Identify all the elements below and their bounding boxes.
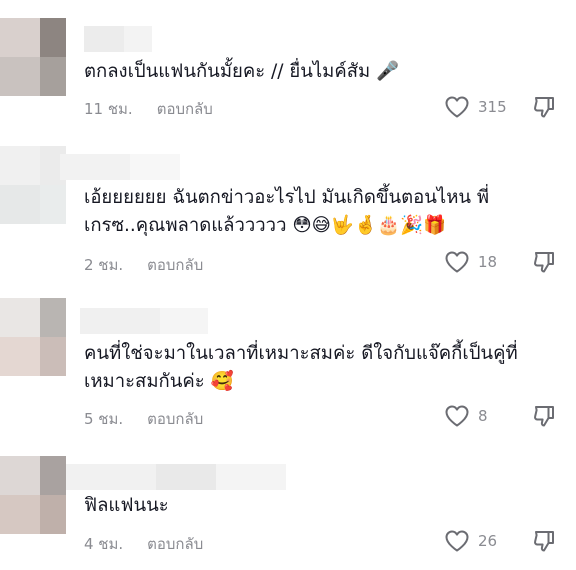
comment-text: คนที่ใช่จะมาในเวลาที่เหมาะสมค่ะ ดีใจกับแ… [84, 343, 518, 392]
comment-time: 11 ชม. [84, 100, 133, 118]
like-count: 18 [478, 253, 498, 271]
comment-text: เอ้ยยยยยย ฉันตกข่าวอะไรไป มันเกิดขึ้นตอน… [84, 187, 490, 236]
like-count: 315 [478, 98, 507, 116]
dislike-button[interactable] [532, 95, 556, 119]
avatar[interactable] [0, 298, 66, 376]
thumbs-down-icon [532, 529, 556, 553]
heart-outline-icon [444, 529, 470, 553]
reply-button[interactable]: ตอบกลับ [147, 407, 203, 431]
heart-outline-icon [444, 404, 470, 428]
comment-time: 4 ชม. [84, 535, 124, 553]
avatar[interactable] [0, 146, 66, 224]
like-button[interactable]: 18 [444, 250, 497, 274]
dislike-button[interactable] [532, 404, 556, 428]
reply-button[interactable]: ตอบกลับ [157, 97, 213, 121]
dislike-button[interactable] [532, 250, 556, 274]
comment-meta: 5 ชม. ตอบกลับ [84, 407, 203, 431]
dislike-button[interactable] [532, 529, 556, 553]
like-count: 26 [478, 532, 498, 550]
heart-outline-icon [444, 250, 470, 274]
comment-text: ตกลงเป็นแฟนกันมั้ยคะ // ยื่นไมค์สัม 🎤 [84, 61, 400, 82]
comment-time: 2 ชม. [84, 256, 124, 274]
comment-time: 5 ชม. [84, 410, 124, 428]
comment-meta: 4 ชม. ตอบกลับ [84, 532, 203, 556]
thumbs-down-icon [532, 250, 556, 274]
reply-button[interactable]: ตอบกลับ [147, 253, 203, 277]
comment-text: ฟิลแฟนนะ [84, 495, 169, 516]
thumbs-down-icon [532, 404, 556, 428]
username[interactable] [60, 154, 180, 180]
username[interactable] [84, 26, 152, 52]
username[interactable] [80, 308, 208, 334]
username[interactable] [66, 464, 286, 490]
reply-button[interactable]: ตอบกลับ [147, 532, 203, 556]
avatar[interactable] [0, 18, 66, 96]
like-button[interactable]: 315 [444, 95, 507, 119]
like-count: 8 [478, 407, 488, 425]
comment-meta: 11 ชม. ตอบกลับ [84, 97, 213, 121]
avatar[interactable] [0, 456, 66, 534]
like-button[interactable]: 8 [444, 404, 488, 428]
heart-outline-icon [444, 95, 470, 119]
comment-meta: 2 ชม. ตอบกลับ [84, 253, 203, 277]
like-button[interactable]: 26 [444, 529, 497, 553]
thumbs-down-icon [532, 95, 556, 119]
